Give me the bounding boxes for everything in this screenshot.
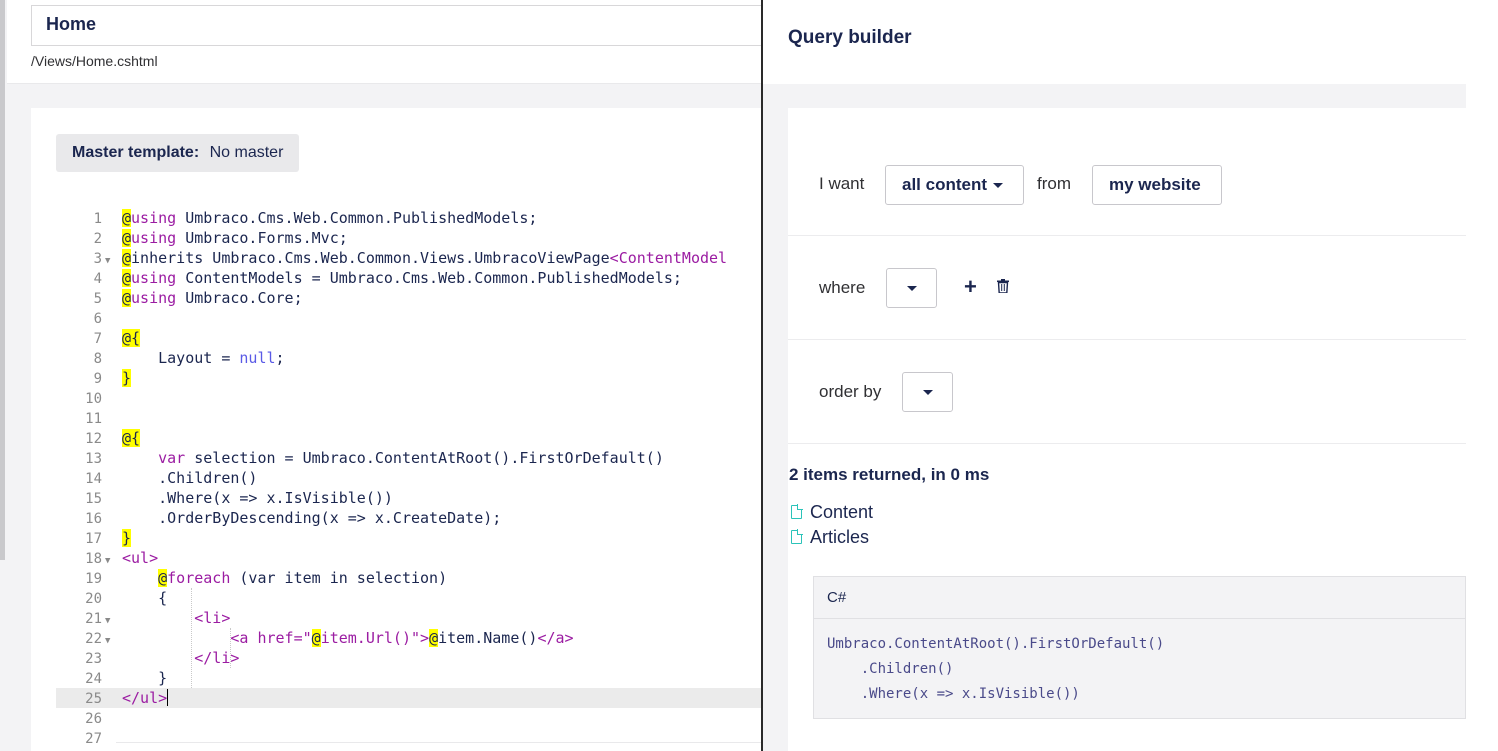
code-line: 24 } bbox=[85, 669, 168, 687]
code-line: 16 .OrderByDescending(x => x.CreateDate)… bbox=[85, 509, 502, 527]
order-by-label: order by bbox=[819, 382, 882, 401]
code-editor[interactable]: 1 @using Umbraco.Cms.Web.Common.Published… bbox=[56, 208, 762, 748]
generated-code: Umbraco.ContentAtRoot().FirstOrDefault()… bbox=[814, 619, 1465, 720]
code-line: 10 bbox=[85, 391, 102, 407]
code-line-active: 25 </ul> bbox=[56, 688, 762, 708]
code-line: 1 @using Umbraco.Cms.Web.Common.Published… bbox=[93, 209, 538, 227]
code-line: 14 .Children() bbox=[85, 469, 258, 487]
document-icon bbox=[791, 529, 803, 544]
template-name-input[interactable]: Home bbox=[31, 5, 762, 46]
code-line: 3 ▼ @inherits Umbraco.Cms.Web.Common.Views… bbox=[56, 248, 762, 268]
source-button[interactable]: my website bbox=[1092, 165, 1222, 205]
query-builder-panel: Query builder I want all content from my… bbox=[763, 0, 1498, 751]
code-line: 11 bbox=[85, 411, 102, 427]
code-line: 2 @using Umbraco.Forms.Mvc; bbox=[93, 229, 348, 247]
code-line: 7 @{ bbox=[93, 329, 141, 347]
where-label: where bbox=[819, 278, 866, 297]
trash-icon[interactable] bbox=[997, 279, 1009, 293]
code-line: 12 @{ bbox=[85, 429, 141, 447]
generated-code-line: .Children() bbox=[827, 661, 954, 677]
chevron-down-icon bbox=[993, 183, 1004, 189]
template-path: /Views/Home.cshtml bbox=[31, 53, 158, 69]
master-template-label: Master template: bbox=[72, 144, 200, 161]
i-want-label: I want bbox=[819, 174, 865, 193]
code-line: 23 </li> bbox=[85, 649, 240, 667]
editor-header: Home /Views/Home.cshtml bbox=[7, 0, 762, 84]
document-icon bbox=[791, 504, 803, 519]
master-template-value: No master bbox=[209, 144, 284, 161]
chevron-down-icon bbox=[907, 286, 917, 291]
code-line: 20 { bbox=[85, 589, 168, 607]
results-summary: 2 items returned, in 0 ms bbox=[789, 465, 990, 484]
master-template-button[interactable]: Master template: No master bbox=[56, 134, 300, 172]
where-field-dropdown[interactable] bbox=[886, 268, 937, 308]
order-by-dropdown[interactable] bbox=[902, 372, 953, 412]
code-line: 5 @using Umbraco.Core; bbox=[93, 289, 303, 307]
panel-title: Query builder bbox=[788, 27, 912, 48]
code-line: 26 bbox=[85, 711, 102, 727]
generated-code-box: C# Umbraco.ContentAtRoot().FirstOrDefaul… bbox=[813, 576, 1466, 719]
code-line: 9} bbox=[93, 369, 132, 387]
code-line: 17} bbox=[85, 529, 132, 547]
divider bbox=[116, 742, 761, 743]
generated-code-line: Umbraco.ContentAtRoot().FirstOrDefault() bbox=[827, 636, 1165, 652]
result-item[interactable]: Articles bbox=[791, 527, 869, 548]
code-line: 19 @foreach (var item in selection) bbox=[85, 569, 448, 587]
query-row-order: order by bbox=[788, 340, 1466, 444]
plus-icon[interactable]: + bbox=[964, 274, 977, 300]
code-line: 15 .Where(x => x.IsVisible()) bbox=[85, 489, 393, 507]
content-type-value: all content bbox=[902, 175, 988, 194]
chevron-down-icon bbox=[923, 390, 933, 395]
result-item[interactable]: Content bbox=[791, 502, 873, 523]
content-type-dropdown[interactable]: all content bbox=[885, 165, 1024, 205]
from-label: from bbox=[1037, 174, 1071, 193]
code-line: 27 bbox=[85, 731, 102, 747]
code-line: 18 ▼ <ul> bbox=[56, 548, 762, 568]
template-editor: Home /Views/Home.cshtml Master template:… bbox=[0, 0, 762, 751]
query-row-where: where + bbox=[788, 236, 1466, 340]
code-line: 13 var selection = Umbraco.ContentAtRoot… bbox=[85, 449, 664, 467]
code-language-label: C# bbox=[814, 577, 1465, 619]
scrollbar[interactable] bbox=[0, 0, 5, 560]
code-line: 21 ▼ <li> bbox=[56, 608, 762, 628]
code-line: 4 @using ContentModels = Umbraco.Cms.Web.… bbox=[93, 269, 682, 287]
text-cursor bbox=[167, 689, 169, 706]
code-line: 22 ▼ <a href="@item.Url()">@item.Name()</… bbox=[56, 628, 762, 648]
editor-panel: Master template: No master 1 @using Umbra… bbox=[31, 108, 762, 751]
query-row-content: I want all content from my website bbox=[788, 108, 1466, 236]
generated-code-line: .Where(x => x.IsVisible()) bbox=[827, 686, 1080, 702]
code-line: 6 bbox=[93, 311, 102, 327]
code-line: 8 Layout = null; bbox=[93, 349, 285, 367]
